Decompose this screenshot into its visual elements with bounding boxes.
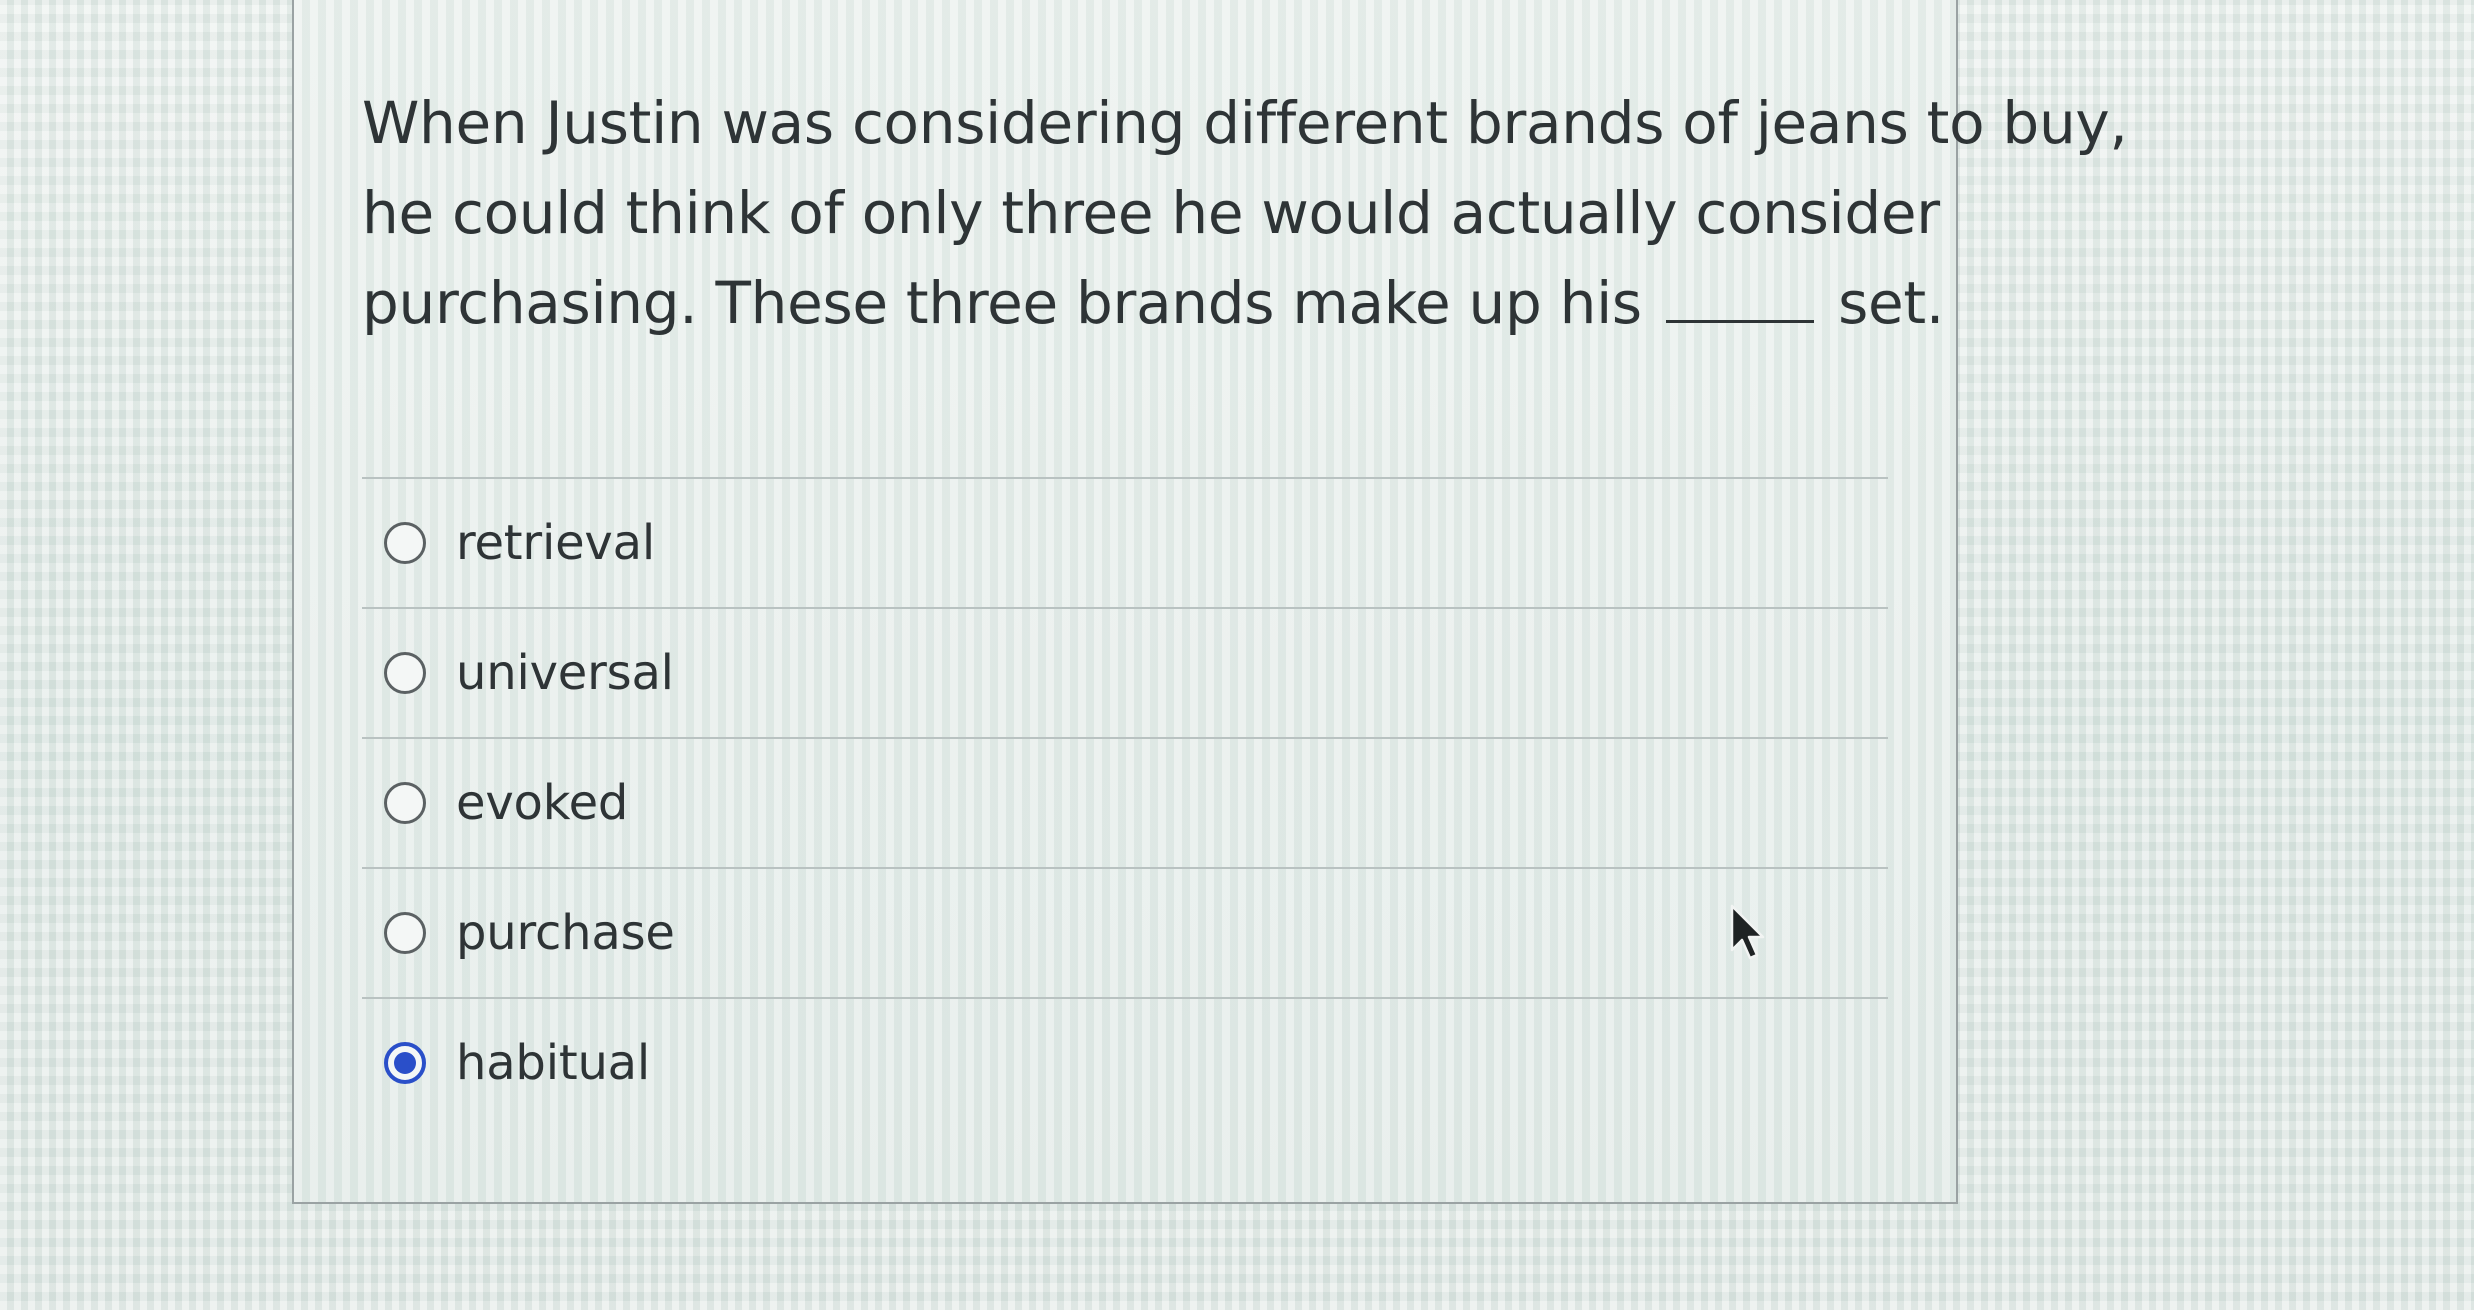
question-line-3: purchasing. These three brands make up h… xyxy=(362,258,1944,348)
radio-button[interactable] xyxy=(384,912,426,954)
option-label[interactable]: habitual xyxy=(456,1035,650,1091)
question-line-3-start: purchasing. These three brands make up h… xyxy=(362,269,1642,337)
option-label[interactable]: purchase xyxy=(456,905,675,961)
question-line-2: he could think of only three he would ac… xyxy=(362,179,1940,247)
option-label[interactable]: retrieval xyxy=(456,515,655,571)
option-habitual[interactable]: habitual xyxy=(362,999,1888,1127)
radio-button[interactable] xyxy=(384,652,426,694)
option-label[interactable]: evoked xyxy=(456,775,628,831)
option-purchase[interactable]: purchase xyxy=(362,869,1888,997)
question-line-1: When Justin was considering different br… xyxy=(362,89,2128,157)
question-line-3-end: set. xyxy=(1838,269,1944,337)
radio-button[interactable] xyxy=(384,522,426,564)
answer-blank xyxy=(1665,276,1814,323)
option-retrieval[interactable]: retrieval xyxy=(362,479,1888,607)
option-evoked[interactable]: evoked xyxy=(362,739,1888,867)
question-text: When Justin was considering different br… xyxy=(362,78,2128,348)
radio-button-selected[interactable] xyxy=(384,1042,426,1084)
option-label[interactable]: universal xyxy=(456,645,674,701)
radio-button[interactable] xyxy=(384,782,426,824)
answer-options: retrieval universal evoked purchase habi… xyxy=(362,477,1888,1127)
mouse-pointer-icon xyxy=(1730,904,1765,960)
option-universal[interactable]: universal xyxy=(362,609,1888,737)
